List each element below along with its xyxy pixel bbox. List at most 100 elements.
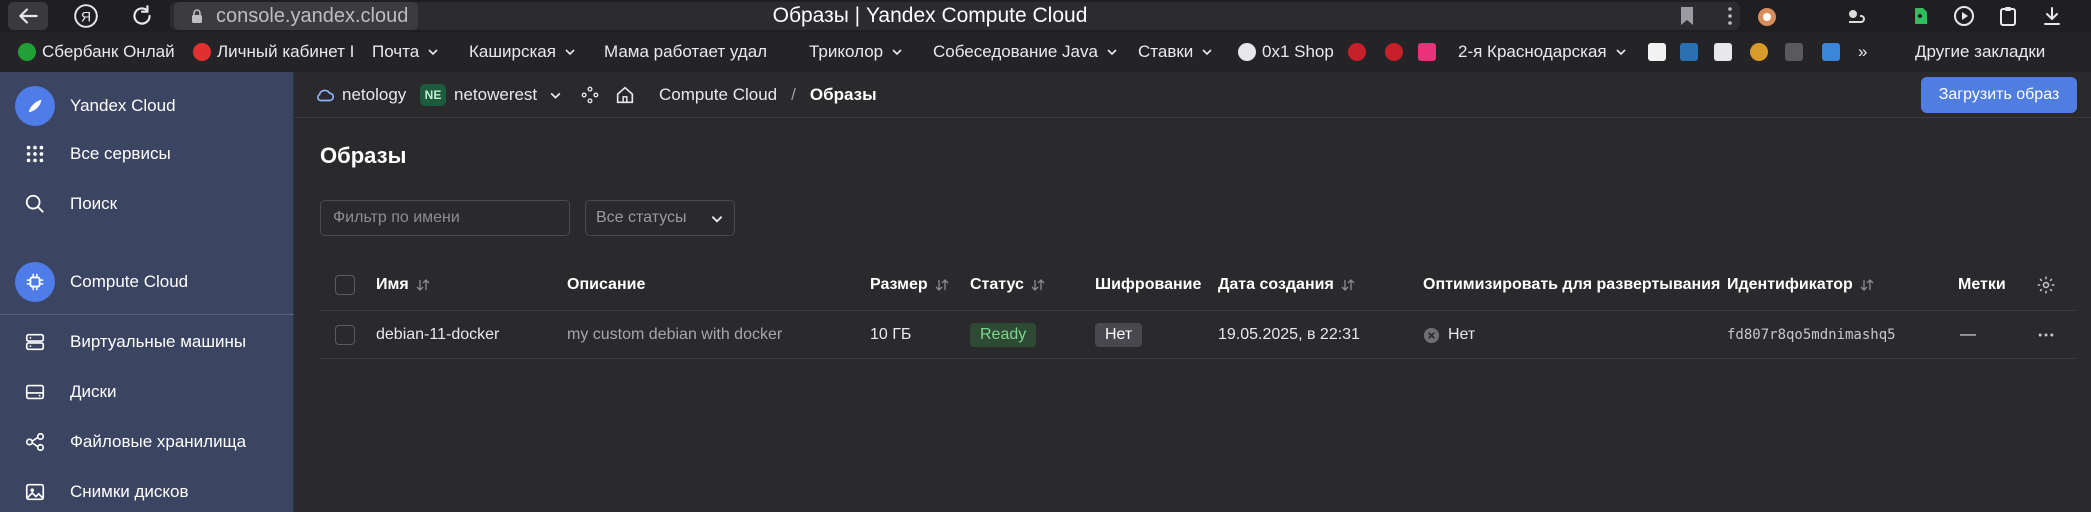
- bookmark-folder-tricolor[interactable]: Триколор: [809, 32, 903, 72]
- p-bookmark-icon[interactable]: [1648, 43, 1666, 61]
- wordpress-icon[interactable]: [1750, 43, 1768, 61]
- blue-site-icon[interactable]: [1680, 43, 1698, 61]
- row-checkbox[interactable]: [335, 325, 355, 345]
- column-label: Статус: [970, 276, 1024, 293]
- url-host-chip[interactable]: console.yandex.cloud: [174, 2, 419, 30]
- yandex-home-button[interactable]: Я: [66, 2, 106, 30]
- more-horizontal-icon: [2038, 333, 2054, 337]
- bookmark-label: Личный кабинет I: [217, 42, 353, 61]
- bookmark-folder-mama[interactable]: Мама работает удал: [604, 32, 776, 72]
- yandex-logo-icon: Я: [74, 4, 98, 28]
- bookmark-label: Собеседование Java: [933, 42, 1098, 61]
- column-header-size[interactable]: Размер: [870, 273, 950, 297]
- bookmark-personal-account[interactable]: Личный кабинет I: [193, 32, 353, 72]
- grid-icon: [22, 141, 48, 167]
- sidebar-brand[interactable]: Yandex Cloud: [0, 81, 294, 131]
- structure-button[interactable]: [580, 72, 600, 118]
- column-label: Имя: [376, 276, 409, 293]
- breadcrumb-service[interactable]: Compute Cloud: [659, 85, 777, 105]
- bookmarks-overflow[interactable]: »: [1858, 32, 1867, 72]
- cell-name[interactable]: debian-11-docker: [376, 322, 499, 348]
- photo-site-icon[interactable]: [1785, 43, 1803, 61]
- sort-icon: [1341, 279, 1355, 291]
- pg-site-icon[interactable]: [1348, 43, 1366, 61]
- bookmark-label: 0x1 Shop: [1262, 42, 1334, 61]
- cell-encryption: Нет: [1095, 322, 1143, 348]
- bookmark-folder-krasnodarskaya[interactable]: 2-я Краснодарская: [1458, 32, 1627, 72]
- compute-cloud-icon: [15, 262, 55, 302]
- column-header-created[interactable]: Дата создания: [1218, 273, 1356, 297]
- bookmark-label: Мама работает удал: [604, 42, 768, 61]
- sort-icon: [1031, 279, 1045, 291]
- bookmark-sberbank[interactable]: Сбербанк Онлайн: [18, 32, 174, 72]
- column-label: Метки: [1958, 276, 2006, 293]
- breadcrumb: Compute Cloud / Образы: [659, 72, 877, 118]
- sidebar-item-all-services[interactable]: Все сервисы: [0, 129, 294, 179]
- sidebar-item-disks[interactable]: Диски: [0, 367, 294, 417]
- extension-alice-button[interactable]: [1752, 2, 1782, 30]
- bookmark-label: Ставки: [1138, 42, 1194, 61]
- cloud-icon: [317, 89, 335, 102]
- folder-selector[interactable]: NE netowerest: [420, 72, 562, 118]
- upload-image-button[interactable]: Загрузить образ: [1921, 77, 2077, 113]
- bookmark-label: 2-я Краснодарская: [1458, 42, 1607, 61]
- bookmark-0x1-shop[interactable]: 0x1 Shop: [1238, 32, 1334, 72]
- bookmarks-bar: Сбербанк Онлайн Личный кабинет I Почта К…: [0, 32, 2091, 72]
- share-icon: [22, 429, 48, 455]
- image-icon: [22, 479, 48, 505]
- extension-evernote-button[interactable]: [1905, 2, 1935, 30]
- encryption-badge: Нет: [1095, 323, 1143, 347]
- arrow-site-icon[interactable]: [1418, 43, 1436, 61]
- table-header-divider: [320, 310, 2076, 311]
- sidebar-item-label: Диски: [70, 382, 117, 401]
- bookmark-label: Сбербанк Онлайн: [42, 42, 174, 61]
- column-header-id[interactable]: Идентификатор: [1727, 273, 1875, 297]
- table-settings-button[interactable]: [2036, 273, 2056, 297]
- status-filter-value: Все статусы: [596, 209, 687, 226]
- column-header-encryption: Шифрование: [1095, 273, 1201, 297]
- sidebar-item-compute-cloud[interactable]: Compute Cloud: [0, 257, 294, 307]
- name-filter-input[interactable]: [320, 200, 570, 236]
- status-filter-select[interactable]: Все статусы: [585, 200, 735, 236]
- svg-text:Я: Я: [81, 8, 91, 24]
- bookmark-folder-bets[interactable]: Ставки: [1138, 32, 1213, 72]
- column-label: Шифрование: [1095, 276, 1202, 293]
- extension-weather-button[interactable]: [1840, 2, 1870, 30]
- reload-button[interactable]: [122, 2, 162, 30]
- bookmark-folder-mail[interactable]: Почта: [372, 32, 439, 72]
- cloud-selector[interactable]: netology: [314, 72, 406, 118]
- sidebar-item-file-storage[interactable]: Файловые хранилища: [0, 417, 294, 467]
- tower-site-icon[interactable]: [1714, 43, 1732, 61]
- disk-icon: [22, 379, 48, 405]
- close-circle-icon: [1423, 327, 1440, 343]
- pencil-site-icon[interactable]: [1822, 43, 1840, 61]
- back-button[interactable]: [8, 2, 48, 30]
- sidebar-item-search[interactable]: Поиск: [0, 179, 294, 229]
- chevron-down-icon: [711, 216, 723, 223]
- arrow-left-icon: [18, 8, 38, 24]
- bookmark-icon[interactable]: [1678, 5, 1696, 27]
- downloads-button[interactable]: [2037, 2, 2067, 30]
- alice-icon: [1758, 8, 1776, 26]
- cell-size: 10 ГБ: [870, 326, 912, 343]
- url-host-text: console.yandex.cloud: [216, 5, 409, 27]
- bookmark-folder-java[interactable]: Собеседование Java: [933, 32, 1118, 72]
- bookmark-other[interactable]: Другие закладки: [1915, 32, 2045, 72]
- home-button[interactable]: [614, 72, 636, 118]
- row-actions-button[interactable]: [2036, 322, 2056, 348]
- lock-icon: [192, 9, 202, 23]
- extension-clipboard-button[interactable]: [1993, 2, 2023, 30]
- bookmark-label: Почта: [372, 42, 420, 61]
- evernote-icon: [1915, 8, 1927, 24]
- column-header-status[interactable]: Статус: [970, 273, 1046, 297]
- bookmark-folder-kashirskaya[interactable]: Каширская: [469, 32, 576, 72]
- p-site-icon[interactable]: [1385, 43, 1403, 61]
- select-all-checkbox[interactable]: [335, 275, 355, 295]
- column-header-name[interactable]: Имя: [376, 273, 431, 297]
- sidebar-item-snapshots[interactable]: Снимки дисков: [0, 467, 294, 512]
- sidebar-item-vms[interactable]: Виртуальные машины: [0, 317, 294, 367]
- chevron-down-icon: [1202, 49, 1212, 56]
- cell-id[interactable]: fd807r8qo5mdnimashq5: [1727, 322, 1896, 348]
- more-vertical-icon[interactable]: [1726, 4, 1734, 28]
- extension-player-button[interactable]: [1949, 2, 1979, 30]
